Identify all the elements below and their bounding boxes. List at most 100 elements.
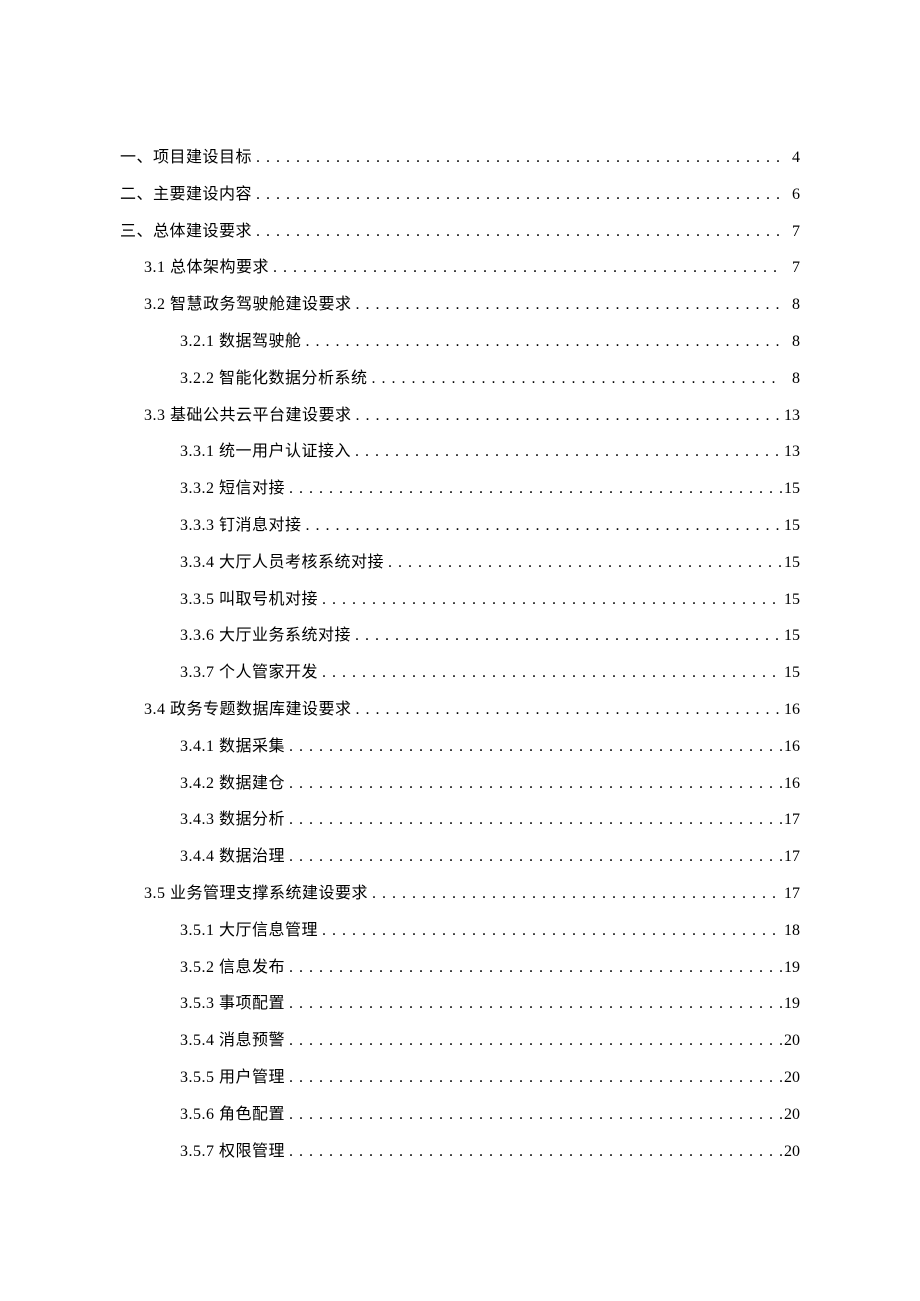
toc-entry: 3.1 总体架构要求 7 xyxy=(120,250,800,287)
toc-entry-page: 13 xyxy=(782,434,800,471)
toc-entry: 3.3.4 大厅人员考核系统对接 15 xyxy=(120,545,800,582)
toc-entry-title: 3.3.7 个人管家开发 xyxy=(180,655,318,692)
document-page: 一、项目建设目标4二、主要建设内容6三、总体建设要求73.1 总体架构要求73.… xyxy=(0,0,920,1301)
toc-entry-page: 15 xyxy=(782,618,800,655)
toc-entry-title: 3.4.4 数据治理 xyxy=(180,839,285,876)
toc-entry-title: 3.2.1 数据驾驶舱 xyxy=(180,324,302,361)
toc-entry-page: 19 xyxy=(782,986,800,1023)
toc-entry: 三、总体建设要求 7 xyxy=(120,214,800,251)
toc-entry-title: 3.5.4 消息预警 xyxy=(180,1023,285,1060)
toc-entry-title: 一、项目建设目标 xyxy=(120,140,252,177)
toc-entry-page: 19 xyxy=(782,950,800,987)
toc-entry-page: 8 xyxy=(782,287,800,324)
toc-entry-title: 3.3.5 叫取号机对接 xyxy=(180,582,318,619)
toc-entry-title: 二、主要建设内容 xyxy=(120,177,252,214)
toc-leader-dots xyxy=(351,618,782,655)
toc-entry: 3.3.7 个人管家开发 15 xyxy=(120,655,800,692)
toc-entry-title: 3.2 智慧政务驾驶舱建设要求 xyxy=(144,287,352,324)
toc-entry-page: 15 xyxy=(782,582,800,619)
toc-entry: 3.5.4 消息预警 20 xyxy=(120,1023,800,1060)
toc-leader-dots xyxy=(352,692,782,729)
toc-leader-dots xyxy=(352,287,782,324)
toc-entry: 3.5.2 信息发布 19 xyxy=(120,950,800,987)
toc-entry-page: 20 xyxy=(782,1060,800,1097)
toc-entry-page: 4 xyxy=(782,140,800,177)
toc-leader-dots xyxy=(302,324,782,361)
toc-leader-dots xyxy=(285,986,782,1023)
toc-leader-dots xyxy=(285,950,782,987)
toc-entry: 3.3.6 大厅业务系统对接15 xyxy=(120,618,800,655)
toc-entry-title: 3.5.3 事项配置 xyxy=(180,986,285,1023)
toc-entry-title: 3.3.1 统一用户认证接入 xyxy=(180,434,351,471)
toc-entry-title: 3.4 政务专题数据库建设要求 xyxy=(144,692,352,729)
toc-entry-page: 18 xyxy=(782,913,800,950)
toc-entry-page: 16 xyxy=(782,692,800,729)
toc-entry: 3.3 基础公共云平台建设要求 13 xyxy=(120,398,800,435)
table-of-contents: 一、项目建设目标4二、主要建设内容6三、总体建设要求73.1 总体架构要求73.… xyxy=(120,140,800,1170)
toc-entry-page: 8 xyxy=(782,361,800,398)
toc-leader-dots xyxy=(285,766,782,803)
toc-entry: 3.4.2 数据建仓 16 xyxy=(120,766,800,803)
toc-leader-dots xyxy=(351,434,782,471)
toc-entry: 一、项目建设目标 4 xyxy=(120,140,800,177)
toc-entry: 3.4.3 数据分析 17 xyxy=(120,802,800,839)
toc-leader-dots xyxy=(368,876,782,913)
toc-leader-dots xyxy=(285,839,782,876)
toc-leader-dots xyxy=(318,913,782,950)
toc-entry-title: 3.4.1 数据采集 xyxy=(180,729,285,766)
toc-entry-title: 3.4.3 数据分析 xyxy=(180,802,285,839)
toc-leader-dots xyxy=(285,729,782,766)
toc-leader-dots xyxy=(318,655,782,692)
toc-entry-title: 3.3.4 大厅人员考核系统对接 xyxy=(180,545,384,582)
toc-entry-page: 15 xyxy=(782,508,800,545)
toc-entry-page: 17 xyxy=(782,839,800,876)
toc-entry-page: 15 xyxy=(782,545,800,582)
toc-entry-page: 13 xyxy=(782,398,800,435)
toc-leader-dots xyxy=(285,1060,782,1097)
toc-entry: 3.5.6 角色配置20 xyxy=(120,1097,800,1134)
toc-leader-dots xyxy=(384,545,782,582)
toc-leader-dots xyxy=(252,214,782,251)
toc-entry-title: 3.4.2 数据建仓 xyxy=(180,766,285,803)
toc-entry-page: 7 xyxy=(782,250,800,287)
toc-entry-title: 3.2.2 智能化数据分析系统 xyxy=(180,361,368,398)
toc-entry: 3.4 政务专题数据库建设要求 16 xyxy=(120,692,800,729)
toc-entry-title: 3.1 总体架构要求 xyxy=(144,250,269,287)
toc-entry: 3.3.5 叫取号机对接 15 xyxy=(120,582,800,619)
toc-leader-dots xyxy=(252,140,782,177)
toc-leader-dots xyxy=(285,802,782,839)
toc-leader-dots xyxy=(302,508,782,545)
toc-entry-page: 15 xyxy=(782,655,800,692)
toc-entry-page: 16 xyxy=(782,729,800,766)
toc-leader-dots xyxy=(285,1023,782,1060)
toc-leader-dots xyxy=(269,250,782,287)
toc-entry: 3.5.3 事项配置 19 xyxy=(120,986,800,1023)
toc-entry-title: 三、总体建设要求 xyxy=(120,214,252,251)
toc-entry-title: 3.5.2 信息发布 xyxy=(180,950,285,987)
toc-entry: 3.3.2 短信对接15 xyxy=(120,471,800,508)
toc-entry-title: 3.3 基础公共云平台建设要求 xyxy=(144,398,352,435)
toc-leader-dots xyxy=(352,398,782,435)
toc-entry-title: 3.3.3 钉消息对接 xyxy=(180,508,302,545)
toc-entry-page: 8 xyxy=(782,324,800,361)
toc-entry-page: 20 xyxy=(782,1134,800,1171)
toc-entry-page: 17 xyxy=(782,802,800,839)
toc-leader-dots xyxy=(285,471,782,508)
toc-entry-page: 20 xyxy=(782,1023,800,1060)
toc-entry: 3.2.1 数据驾驶舱 8 xyxy=(120,324,800,361)
toc-entry: 3.5.1 大厅信息管理 18 xyxy=(120,913,800,950)
toc-entry-title: 3.5 业务管理支撑系统建设要求 xyxy=(144,876,368,913)
toc-entry-page: 20 xyxy=(782,1097,800,1134)
toc-entry-title: 3.5.7 权限管理 xyxy=(180,1134,285,1171)
toc-entry-page: 16 xyxy=(782,766,800,803)
toc-leader-dots xyxy=(368,361,782,398)
toc-leader-dots xyxy=(285,1097,782,1134)
toc-entry-title: 3.5.1 大厅信息管理 xyxy=(180,913,318,950)
toc-entry: 3.5.7 权限管理 20 xyxy=(120,1134,800,1171)
toc-entry: 3.4.1 数据采集 16 xyxy=(120,729,800,766)
toc-entry-page: 6 xyxy=(782,177,800,214)
toc-entry-page: 7 xyxy=(782,214,800,251)
toc-entry: 3.2 智慧政务驾驶舱建设要求 8 xyxy=(120,287,800,324)
toc-entry: 二、主要建设内容 6 xyxy=(120,177,800,214)
toc-entry-title: 3.5.5 用户管理 xyxy=(180,1060,285,1097)
